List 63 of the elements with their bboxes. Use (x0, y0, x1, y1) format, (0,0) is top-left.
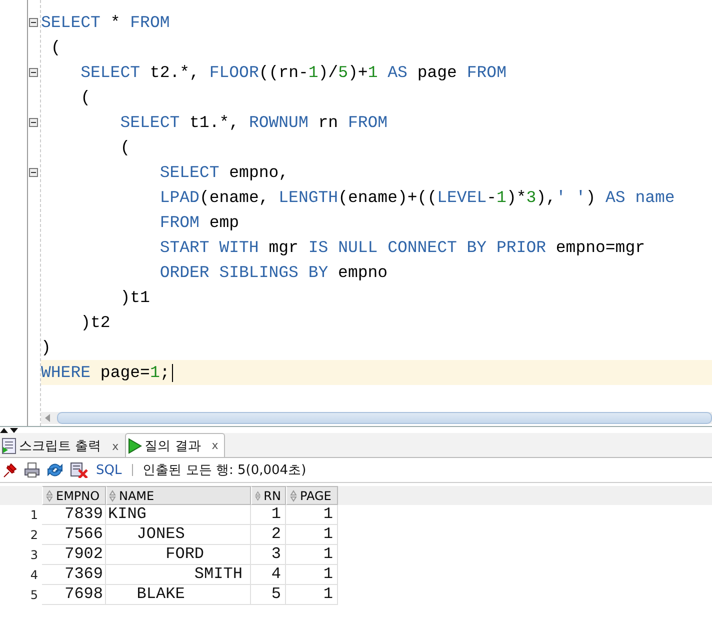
table-cell: 7566 (42, 525, 106, 545)
table-cell: 7902 (42, 545, 106, 565)
table-cell: SMITH (106, 565, 251, 585)
table-cell: 1 (286, 565, 338, 585)
table-cell: 7839 (42, 505, 106, 525)
table-cell: 1 (286, 525, 338, 545)
play-icon (128, 438, 142, 454)
row-number: 4 (29, 567, 39, 584)
collapse-icon[interactable] (29, 168, 38, 177)
splitter-arrows-icon[interactable] (0, 426, 20, 434)
delete-icon[interactable] (70, 462, 88, 478)
table-cell: 7698 (42, 585, 106, 605)
table-cell: 1 (251, 505, 286, 525)
collapse-icon[interactable] (29, 118, 38, 127)
code-line: ( (80, 88, 91, 107)
table-cell: 2 (251, 525, 286, 545)
table-cell: KING (106, 505, 251, 525)
table-cell: 1 (286, 585, 338, 605)
table-cell: FORD (106, 545, 251, 565)
code-line: SELECT t1.*, ROWNUM rn FROM (119, 113, 388, 132)
table-cell: 3 (251, 545, 286, 565)
row-number: 2 (29, 527, 39, 544)
row-number: 1 (29, 507, 39, 524)
close-tab[interactable]: x (212, 439, 218, 452)
column-header[interactable]: EMPNO (42, 486, 106, 505)
table-cell: 5 (251, 585, 286, 605)
result-tab[interactable]: 질의 결과 x (124, 433, 226, 457)
code-line: ) (41, 338, 51, 357)
document-icon (2, 438, 16, 454)
code-line: START WITH mgr IS NULL CONNECT BY PRIOR empno=mgr (158, 238, 646, 257)
row-number: 5 (29, 587, 39, 604)
code-line: LPAD(ename, LENGTH(ename)+((LEVEL-1)*3),' ') AS name (158, 188, 675, 207)
close-tab[interactable]: x (112, 440, 119, 452)
code-line: SELECT t2.*, FLOOR((rn-1)/5)+1 AS page FROM (80, 63, 506, 82)
table-cell: 7369 (42, 565, 106, 585)
horizontal-scrollbar[interactable] (41, 412, 712, 424)
collapse-icon[interactable] (29, 68, 38, 77)
column-header[interactable]: PAGE (286, 486, 338, 505)
column-header[interactable]: RN (251, 486, 286, 505)
refresh-icon[interactable] (46, 462, 64, 478)
text-cursor (172, 364, 173, 382)
column-header[interactable]: NAME (106, 486, 251, 505)
fetch-status: 인출된 모든 행: 5(0,004초) (142, 462, 306, 479)
table-cell: 1 (286, 545, 338, 565)
sql-link[interactable]: SQL (96, 462, 122, 478)
code-line: WHERE page=1; (41, 363, 170, 382)
code-line: )t1 (119, 288, 150, 307)
pin-icon[interactable] (2, 462, 18, 478)
code-line: SELECT * FROM (41, 13, 170, 32)
code-line: ORDER SIBLINGS BY empno (158, 263, 388, 282)
code-line: FROM emp (158, 213, 240, 232)
code-line: )t2 (80, 313, 110, 332)
code-line: ( (119, 138, 130, 157)
print-icon[interactable] (24, 462, 40, 478)
collapse-icon[interactable] (29, 18, 38, 27)
table-cell: 4 (251, 565, 286, 585)
table-cell: 1 (286, 505, 338, 525)
table-cell: BLAKE (106, 585, 251, 605)
code-line: ( (50, 38, 61, 57)
result-tab[interactable]: 스크립트 출력 x (0, 435, 125, 457)
table-cell: JONES (106, 525, 251, 545)
row-number: 3 (29, 547, 39, 564)
code-line: SELECT empno, (158, 163, 289, 182)
